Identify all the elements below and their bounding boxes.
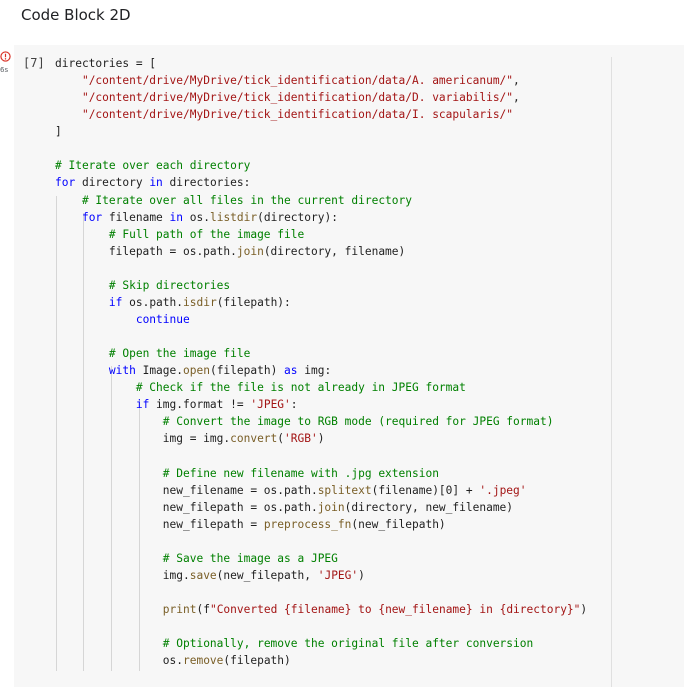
code-line[interactable]: if os.path.isdir(filepath):: [55, 294, 587, 311]
code-line[interactable]: [55, 618, 587, 635]
code-line[interactable]: print(f"Converted {filename} to {new_fil…: [55, 601, 587, 618]
code-line[interactable]: continue: [55, 311, 587, 328]
code-line[interactable]: with Image.open(filepath) as img:: [55, 362, 587, 379]
code-line[interactable]: [55, 260, 587, 277]
code-line[interactable]: # Open the image file: [55, 345, 587, 362]
code-line[interactable]: "/content/drive/MyDrive/tick_identificat…: [55, 72, 587, 89]
code-line[interactable]: ]: [55, 123, 587, 140]
section-heading: Code Block 2D: [21, 6, 131, 24]
code-line[interactable]: new_filepath = os.path.join(directory, n…: [55, 499, 587, 516]
code-line[interactable]: "/content/drive/MyDrive/tick_identificat…: [55, 89, 587, 106]
code-line[interactable]: directories = [: [55, 55, 587, 72]
code-line[interactable]: os.remove(filepath): [55, 652, 587, 669]
code-line[interactable]: "/content/drive/MyDrive/tick_identificat…: [55, 106, 587, 123]
code-line[interactable]: [55, 584, 587, 601]
code-line[interactable]: [55, 140, 587, 157]
code-line[interactable]: if img.format != 'JPEG':: [55, 396, 587, 413]
code-line[interactable]: for filename in os.listdir(directory):: [55, 209, 587, 226]
code-line[interactable]: # Check if the file is not already in JP…: [55, 379, 587, 396]
code-line[interactable]: img = img.convert('RGB'): [55, 430, 587, 447]
code-line[interactable]: [55, 447, 587, 464]
code-line[interactable]: # Convert the image to RGB mode (require…: [55, 413, 587, 430]
run-time: 6s: [0, 66, 9, 74]
code-line[interactable]: # Skip directories: [55, 277, 587, 294]
line-length-ruler: [611, 57, 612, 687]
code-line[interactable]: # Save the image as a JPEG: [55, 550, 587, 567]
error-status-icon[interactable]: [0, 51, 11, 62]
code-line[interactable]: for directory in directories:: [55, 174, 587, 191]
code-line[interactable]: # Iterate over each directory: [55, 157, 587, 174]
code-line[interactable]: # Define new filename with .jpg extensio…: [55, 465, 587, 482]
code-line[interactable]: img.save(new_filepath, 'JPEG'): [55, 567, 587, 584]
code-line[interactable]: new_filepath = preprocess_fn(new_filepat…: [55, 516, 587, 533]
code-line[interactable]: [55, 328, 587, 345]
code-line[interactable]: # Optionally, remove the original file a…: [55, 635, 587, 652]
code-line[interactable]: filepath = os.path.join(directory, filen…: [55, 243, 587, 260]
execution-count: [7]: [23, 56, 45, 70]
code-line[interactable]: # Iterate over all files in the current …: [55, 192, 587, 209]
code-editor[interactable]: directories = [ "/content/drive/MyDrive/…: [55, 55, 587, 669]
code-line[interactable]: [55, 533, 587, 550]
code-line[interactable]: new_filename = os.path.splitext(filename…: [55, 482, 587, 499]
code-line[interactable]: # Full path of the image file: [55, 226, 587, 243]
